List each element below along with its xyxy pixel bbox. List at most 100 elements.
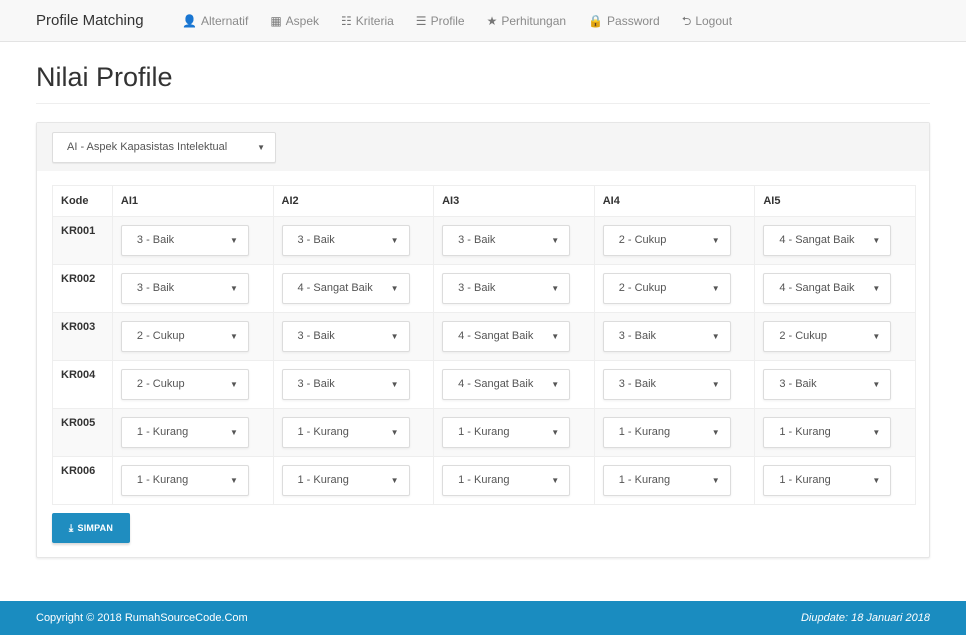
caret-down-icon: ▼ bbox=[711, 380, 720, 389]
caret-down-icon: ▼ bbox=[711, 284, 720, 293]
table-row: KR004 2 - Cukup ▼ 3 - Baik ▼ 4 - Sangat Baik ▼… bbox=[52, 360, 916, 409]
nilai-select-ai1[interactable]: 1 - Kurang ▼ bbox=[120, 417, 249, 448]
nilai-select-ai3[interactable]: 3 - Baik ▼ bbox=[442, 273, 571, 304]
nilai-select-ai5[interactable]: 1 - Kurang ▼ bbox=[763, 465, 892, 496]
table-cell: 1 - Kurang ▼ bbox=[433, 456, 595, 505]
nilai-select-value: 3 - Baik bbox=[297, 330, 335, 342]
nilai-select-ai4[interactable]: 2 - Cukup ▼ bbox=[602, 225, 731, 256]
nilai-select-value: 1 - Kurang bbox=[618, 426, 671, 438]
nav-item-profile[interactable]: ☰ Profile bbox=[416, 0, 465, 42]
nav-item-alternatif[interactable]: 👤 Alternatif bbox=[182, 0, 248, 42]
table-cell: 2 - Cukup ▼ bbox=[593, 264, 756, 313]
caret-down-icon: ▼ bbox=[711, 236, 720, 245]
brand-link[interactable]: Profile Matching bbox=[36, 0, 144, 42]
nilai-select-ai2[interactable]: 4 - Sangat Baik ▼ bbox=[281, 273, 410, 304]
table-cell: 1 - Kurang ▼ bbox=[111, 456, 274, 505]
nilai-select-ai3[interactable]: 4 - Sangat Baik ▼ bbox=[442, 369, 571, 400]
nav-item-perhitungan[interactable]: ★ Perhitungan bbox=[487, 0, 566, 42]
nav-item-label: Password bbox=[607, 14, 660, 28]
nilai-select-ai1[interactable]: 3 - Baik ▼ bbox=[120, 273, 249, 304]
table-cell: 3 - Baik ▼ bbox=[433, 264, 595, 313]
row-kode: KR002 bbox=[52, 264, 113, 313]
table-cell: 3 - Baik ▼ bbox=[593, 360, 756, 409]
nilai-select-ai5[interactable]: 3 - Baik ▼ bbox=[763, 369, 892, 400]
caret-down-icon: ▼ bbox=[872, 428, 881, 437]
caret-down-icon: ▼ bbox=[229, 476, 238, 485]
nilai-table: Kode AI1 AI2 AI3 AI4 AI5 KR001 3 - Baik ▼ 3… bbox=[52, 185, 916, 505]
nav-item-label: Alternatif bbox=[200, 14, 249, 28]
nilai-select-value: 4 - Sangat Baik bbox=[458, 378, 534, 390]
nav-item-kriteria[interactable]: ☷ Kriteria bbox=[341, 0, 394, 42]
table-row: KR002 3 - Baik ▼ 4 - Sangat Baik ▼ 3 - Baik ▼ 2… bbox=[52, 264, 916, 313]
nilai-select-ai2[interactable]: 1 - Kurang ▼ bbox=[281, 465, 410, 496]
navbar: Profile Matching 👤 Alternatif ▦ Aspek ☷ … bbox=[0, 0, 966, 42]
table-row: KR006 1 - Kurang ▼ 1 - Kurang ▼ 1 - Kurang ▼ 1 … bbox=[52, 456, 916, 505]
nilai-select-ai4[interactable]: 3 - Baik ▼ bbox=[602, 321, 731, 352]
caret-down-icon: ▼ bbox=[711, 428, 720, 437]
caret-down-icon: ▼ bbox=[551, 332, 560, 341]
nilai-select-ai2[interactable]: 3 - Baik ▼ bbox=[281, 369, 410, 400]
caret-down-icon: ▼ bbox=[872, 476, 881, 485]
nilai-select-value: 1 - Kurang bbox=[297, 474, 349, 486]
table-cell: 3 - Baik ▼ bbox=[272, 360, 435, 409]
column-header-ai1: AI1 bbox=[111, 185, 274, 217]
page-title: Nilai Profile bbox=[36, 62, 173, 92]
nilai-select-ai4[interactable]: 1 - Kurang ▼ bbox=[602, 465, 731, 496]
table-cell: 1 - Kurang ▼ bbox=[754, 408, 916, 457]
table-cell: 4 - Sangat Baik ▼ bbox=[433, 360, 595, 409]
nilai-select-ai3[interactable]: 3 - Baik ▼ bbox=[442, 225, 571, 256]
nilai-select-ai2[interactable]: 3 - Baik ▼ bbox=[281, 321, 410, 352]
table-cell: 1 - Kurang ▼ bbox=[433, 408, 595, 457]
nilai-select-value: 2 - Cukup bbox=[779, 330, 828, 342]
nav-item-label: Perhitungan bbox=[501, 14, 567, 28]
nilai-select-ai4[interactable]: 3 - Baik ▼ bbox=[602, 369, 731, 400]
nilai-select-ai4[interactable]: 1 - Kurang ▼ bbox=[602, 417, 731, 448]
nilai-select-ai3[interactable]: 4 - Sangat Baik ▼ bbox=[442, 321, 571, 352]
table-row: KR001 3 - Baik ▼ 3 - Baik ▼ 3 - Baik ▼ 2 - Cuku… bbox=[52, 216, 916, 265]
aspek-select-value: AI - Aspek Kapasistas Intelektual bbox=[67, 141, 228, 153]
table-row: KR003 2 - Cukup ▼ 3 - Baik ▼ 4 - Sangat Baik ▼… bbox=[52, 312, 916, 361]
nilai-select-ai5[interactable]: 4 - Sangat Baik ▼ bbox=[763, 273, 892, 304]
table-cell: 1 - Kurang ▼ bbox=[593, 456, 756, 505]
nav-item-password[interactable]: 🔒 Password bbox=[588, 0, 660, 42]
nilai-select-ai5[interactable]: 4 - Sangat Baik ▼ bbox=[763, 225, 892, 256]
aspek-select[interactable]: AI - Aspek Kapasistas Intelektual ▼ bbox=[52, 132, 276, 163]
nilai-table-wrapper: Kode AI1 AI2 AI3 AI4 AI5 KR001 3 - Baik ▼ 3… bbox=[52, 185, 916, 505]
caret-down-icon: ▼ bbox=[551, 236, 560, 245]
nav-item-aspek[interactable]: ▦ Aspek bbox=[270, 0, 319, 42]
save-button-label: SIMPAN bbox=[77, 523, 114, 533]
column-header-ai3: AI3 bbox=[433, 185, 595, 217]
footer-copyright: Copyright © 2018 RumahSourceCode.Com bbox=[36, 612, 248, 624]
nilai-select-ai5[interactable]: 1 - Kurang ▼ bbox=[763, 417, 892, 448]
caret-down-icon: ▼ bbox=[229, 380, 238, 389]
nilai-select-ai1[interactable]: 3 - Baik ▼ bbox=[120, 225, 249, 256]
download-icon: ⤓ bbox=[68, 522, 74, 534]
nilai-select-value: 3 - Baik bbox=[136, 282, 175, 294]
nilai-select-ai5[interactable]: 2 - Cukup ▼ bbox=[763, 321, 892, 352]
caret-down-icon: ▼ bbox=[711, 476, 720, 485]
nilai-select-value: 1 - Kurang bbox=[618, 474, 671, 486]
nilai-select-ai1[interactable]: 2 - Cukup ▼ bbox=[120, 369, 249, 400]
nilai-select-value: 2 - Cukup bbox=[136, 330, 185, 342]
save-button[interactable]: ⤓ SIMPAN bbox=[52, 513, 130, 543]
list-icon: ☰ bbox=[415, 14, 427, 28]
nilai-select-value: 2 - Cukup bbox=[136, 378, 185, 390]
caret-down-icon: ▼ bbox=[551, 428, 560, 437]
table-cell: 4 - Sangat Baik ▼ bbox=[272, 264, 435, 313]
row-kode: KR006 bbox=[52, 456, 113, 505]
title-divider bbox=[36, 103, 930, 104]
nilai-select-ai3[interactable]: 1 - Kurang ▼ bbox=[442, 465, 571, 496]
table-cell: 1 - Kurang ▼ bbox=[272, 408, 435, 457]
nilai-select-ai1[interactable]: 1 - Kurang ▼ bbox=[120, 465, 249, 496]
nilai-select-value: 3 - Baik bbox=[297, 378, 335, 390]
nilai-select-ai3[interactable]: 1 - Kurang ▼ bbox=[442, 417, 571, 448]
nilai-select-ai1[interactable]: 2 - Cukup ▼ bbox=[120, 321, 249, 352]
table-cell: 3 - Baik ▼ bbox=[754, 360, 916, 409]
table-cell: 3 - Baik ▼ bbox=[272, 312, 435, 361]
nilai-select-ai2[interactable]: 3 - Baik ▼ bbox=[281, 225, 410, 256]
nav-item-logout[interactable]: ⮌ Logout bbox=[682, 0, 732, 42]
nilai-select-ai2[interactable]: 1 - Kurang ▼ bbox=[281, 417, 410, 448]
table-cell: 1 - Kurang ▼ bbox=[111, 408, 274, 457]
nilai-select-ai4[interactable]: 2 - Cukup ▼ bbox=[602, 273, 731, 304]
table-body: KR001 3 - Baik ▼ 3 - Baik ▼ 3 - Baik ▼ 2 - Cuku… bbox=[52, 216, 916, 505]
